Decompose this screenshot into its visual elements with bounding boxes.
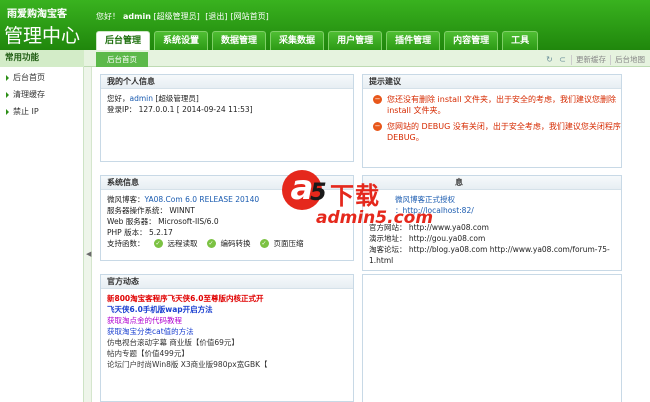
username-text: admin xyxy=(123,12,151,21)
clear-cache-link[interactable]: 更新缓存 xyxy=(576,52,606,67)
site-home-link[interactable]: [网站首页] xyxy=(231,12,269,21)
tab-5[interactable]: 插件管理 xyxy=(386,31,441,50)
watermark-url: admin5.com xyxy=(316,208,434,228)
tips-panel: 提示建议 − 您还没有删除 install 文件夹，出于安全的考虑，我们建议您删除… xyxy=(362,74,622,168)
arrow-right-icon xyxy=(6,109,9,115)
sidebar-collapse-handle[interactable]: ◀ xyxy=(84,67,92,402)
tip-item: − 您网站的 DEBUG 没有关闭，出于安全考虑，我们建议您关闭程序 DEBUG。 xyxy=(363,121,621,143)
tab-7[interactable]: 工具 xyxy=(502,31,539,50)
version-label: 微风博客： xyxy=(107,195,145,204)
divider xyxy=(610,54,611,65)
username-text: admin xyxy=(129,94,154,103)
check-icon: ✓ xyxy=(153,239,163,248)
sidebar-item-clear-cache[interactable]: 清理缓存 xyxy=(6,89,83,101)
version-value: YA08.Com 6.0 RELEASE 20140 xyxy=(144,195,260,204)
sidebar-item-ban-ip[interactable]: 禁止 IP xyxy=(6,106,83,118)
news-item[interactable]: 仿电视台滚动字幕 商业版【价值69元】 xyxy=(107,337,347,348)
tab-3[interactable]: 采集数据 xyxy=(270,31,325,50)
forum-url-text[interactable]: 淘客论坛： http://blog.ya08.com http://www.ya… xyxy=(369,244,615,266)
news-list: 新800淘宝客程序飞天侠6.0至尊版内核正式开 飞天侠6.0手机版wap开启方法获… xyxy=(101,289,353,374)
breadcrumb-tab[interactable]: 后台首页 xyxy=(96,52,148,67)
sidebar-item-home[interactable]: 后台首页 xyxy=(6,72,83,84)
watermark-text: 下载 xyxy=(330,182,380,210)
news-panel: 官方动态 新800淘宝客程序飞天侠6.0至尊版内核正式开 飞天侠6.0手机版wap… xyxy=(100,274,354,402)
tab-1[interactable]: 系统设置 xyxy=(154,31,209,50)
brand-subtitle: 雨爱购淘宝客 xyxy=(7,9,67,20)
my-info-panel: 我的个人信息 您好，admin [超级管理员] 登录IP： 127.0.0.1 … xyxy=(100,74,354,162)
news-item[interactable]: 获取淘宝分类cat值的方法 xyxy=(107,326,347,337)
minus-circle-icon: − xyxy=(373,122,382,131)
support-item: 远程读取 xyxy=(167,239,198,248)
news-item[interactable]: 飞天侠6.0手机版wap开启方法 xyxy=(107,304,347,315)
brand-title: 管理中心 xyxy=(4,25,81,47)
main-content: 我的个人信息 您好，admin [超级管理员] 登录IP： 127.0.0.1 … xyxy=(92,67,650,402)
demo-url-text[interactable]: 演示地址： http://gou.ya08.com xyxy=(369,233,615,244)
watermark-logo: a 5 下载 admin5.com xyxy=(282,170,434,230)
greeting-text: 您好！ xyxy=(96,12,120,21)
check-icon: ✓ xyxy=(206,239,216,248)
role-text: [超级管理员] xyxy=(153,12,200,21)
news-item[interactable]: 帖内专题【价值499元】 xyxy=(107,348,347,359)
tip-text: 您还没有删除 install 文件夹，出于安全的考虑，我们建议您删除 insta… xyxy=(387,95,617,115)
logout-link[interactable]: [退出] xyxy=(205,12,227,21)
header-bar: 雨爱购淘宝客 管理中心 您好！ admin [超级管理员] [退出] [网站首页] … xyxy=(0,0,650,50)
sitemap-link[interactable]: 后台地图 xyxy=(615,52,645,67)
watermark-digit: 5 xyxy=(310,178,327,206)
nav-tabs: 后台管理 系统设置 数据管理 采集数据 用户管理 插件管理 内容管理 工具 xyxy=(96,31,542,50)
sidebar-item-label: 清理缓存 xyxy=(13,90,45,99)
arrow-right-icon xyxy=(6,92,9,98)
login-ip-text: 登录IP： 127.0.0.1 [ 2014-09-24 11:53] xyxy=(107,105,253,114)
tip-text: 您网站的 DEBUG 没有关闭，出于安全考虑，我们建议您关闭程序 DEBUG。 xyxy=(387,122,621,142)
minus-circle-icon: − xyxy=(373,95,382,104)
tab-4[interactable]: 用户管理 xyxy=(328,31,383,50)
news-item[interactable]: 新800淘宝客程序飞天侠6.0至尊版内核正式开 xyxy=(107,293,347,304)
role-text: [超级管理员] xyxy=(155,94,199,103)
refresh-icon[interactable]: ↻ xyxy=(545,55,554,64)
sidebar: 后台首页 清理缓存 禁止 IP xyxy=(0,67,84,402)
support-label: 支持函数： xyxy=(107,239,145,248)
arrow-right-icon xyxy=(6,75,9,81)
support-item: 编码转换 xyxy=(220,239,251,248)
chevron-left-icon: ◀ xyxy=(86,250,92,258)
news-item[interactable]: 获取淘点金的代码教程 xyxy=(107,315,347,326)
tab-2[interactable]: 数据管理 xyxy=(212,31,267,50)
tab-6[interactable]: 内容管理 xyxy=(444,31,499,50)
check-icon: ✓ xyxy=(259,239,269,248)
empty-panel xyxy=(362,274,622,402)
panel-title: 官方动态 xyxy=(101,275,353,289)
back-icon[interactable]: ⊂ xyxy=(558,55,567,64)
user-bar: 您好！ admin [超级管理员] [退出] [网站首页] xyxy=(96,11,272,22)
support-item: 页面压缩 xyxy=(273,239,304,248)
news-item[interactable]: 论坛门户时尚Win8版 X3商业版980px宽GBK【 xyxy=(107,359,347,370)
sidebar-item-label: 禁止 IP xyxy=(13,107,39,116)
tip-item: − 您还没有删除 install 文件夹，出于安全的考虑，我们建议您删除 inst… xyxy=(363,94,621,116)
tab-0[interactable]: 后台管理 xyxy=(96,31,151,50)
panel-title: 提示建议 xyxy=(363,75,621,89)
sidebar-title: 常用功能 xyxy=(0,50,84,67)
divider xyxy=(571,54,572,65)
panel-title: 我的个人信息 xyxy=(101,75,353,89)
support-row: 支持函数： ✓ 远程读取 ✓ 编码转换 ✓ 页面压缩 xyxy=(107,238,347,249)
sub-tools: ↻ ⊂ 更新缓存 后台地图 xyxy=(545,52,645,67)
hello-text: 您好， xyxy=(107,94,130,103)
sidebar-item-label: 后台首页 xyxy=(13,73,45,82)
